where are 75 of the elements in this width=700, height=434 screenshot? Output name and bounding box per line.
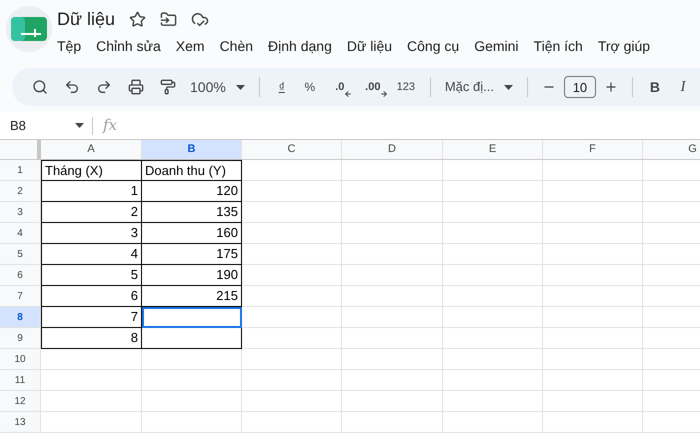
row-header[interactable]: 8 <box>0 307 41 328</box>
row-header[interactable]: 5 <box>0 244 41 265</box>
paint-roller-icon <box>160 79 176 95</box>
search-icon <box>32 79 48 95</box>
currency-button[interactable]: ₫ <box>270 73 294 101</box>
italic-button[interactable]: I <box>670 73 695 101</box>
row-header[interactable]: 9 <box>0 328 41 349</box>
row-header[interactable]: 7 <box>0 286 41 307</box>
row-header[interactable]: 10 <box>0 349 41 370</box>
number-format-button[interactable]: 123 <box>392 73 420 101</box>
column-header[interactable]: C <box>242 140 342 159</box>
cell-reference: B8 <box>10 116 26 135</box>
increase-decimals-button[interactable]: .00 <box>358 73 388 101</box>
menu-item[interactable]: Xem <box>176 36 205 56</box>
table-cell: 4 <box>41 244 142 265</box>
table-cell: 5 <box>41 265 142 286</box>
left-arrow-icon <box>344 90 352 98</box>
table-cell: 120 <box>142 181 242 202</box>
table-cell: 160 <box>142 223 242 244</box>
folder-move-icon[interactable] <box>160 10 178 28</box>
right-arrow-icon <box>380 90 388 98</box>
table-cell: 3 <box>41 223 142 244</box>
caret-icon <box>75 123 84 128</box>
column-header[interactable]: G <box>643 140 700 159</box>
undo-icon <box>64 79 80 95</box>
table-cell: Doanh thu (Y) <box>142 160 242 181</box>
zoom-dropdown[interactable]: 100% <box>186 73 249 101</box>
menu-item[interactable]: Công cụ <box>407 36 460 56</box>
row-header[interactable]: 1 <box>0 160 41 181</box>
menu-item[interactable]: Chèn <box>220 36 254 56</box>
font-size-field[interactable]: 10 <box>564 76 596 98</box>
star-icon[interactable] <box>129 10 146 28</box>
column-header[interactable]: A <box>41 140 142 159</box>
name-box[interactable]: B8 <box>0 114 92 138</box>
function-label: fx <box>103 115 118 136</box>
row-header[interactable]: 13 <box>0 412 41 433</box>
column-header[interactable]: D <box>342 140 443 159</box>
row-header[interactable]: 6 <box>0 265 41 286</box>
row-header[interactable]: 11 <box>0 370 41 391</box>
menu-item[interactable]: Tiện ích <box>534 36 583 56</box>
row-header[interactable]: 3 <box>0 202 41 223</box>
percent-button[interactable]: % <box>298 73 322 101</box>
table-cell: 190 <box>142 265 242 286</box>
font-dropdown[interactable]: Mặc đị... <box>440 73 517 101</box>
caret-icon <box>236 84 245 90</box>
bold-button[interactable]: B <box>642 73 667 101</box>
column-header[interactable]: B <box>142 140 242 159</box>
decrease-decimals-button[interactable]: .0 <box>326 73 354 101</box>
table-cell: 1 <box>41 181 142 202</box>
table-cell: 175 <box>142 244 242 265</box>
menu-item[interactable]: Tệp <box>57 36 82 56</box>
cloud-check-icon[interactable] <box>191 10 210 28</box>
menu-item[interactable]: Định dạng <box>268 36 332 56</box>
printer-icon <box>128 79 144 95</box>
menu-item[interactable]: Chỉnh sửa <box>96 36 161 56</box>
menu-item[interactable]: Dữ liệu <box>346 36 392 56</box>
table-cell: 135 <box>142 202 242 223</box>
plus-icon <box>604 80 618 94</box>
row-header[interactable]: 2 <box>0 181 41 202</box>
column-header[interactable]: E <box>443 140 543 159</box>
row-header[interactable]: 12 <box>0 391 41 412</box>
table-cell: Tháng (X) <box>41 160 142 181</box>
column-header[interactable]: F <box>543 140 643 159</box>
menu-item[interactable]: Gemini <box>474 36 519 56</box>
table-cell: 6 <box>41 286 142 307</box>
table-cell: 215 <box>142 286 242 307</box>
menu-item[interactable]: Trợ giúp <box>598 36 650 56</box>
document-title[interactable]: Dữ liệu <box>57 6 116 32</box>
redo-icon <box>96 79 112 95</box>
spreadsheet-logo-icon[interactable] <box>11 17 47 41</box>
caret-icon <box>504 84 513 90</box>
table-cell: 8 <box>41 328 142 349</box>
table-cell: 2 <box>41 202 142 223</box>
table-cell: 7 <box>41 307 142 328</box>
row-header[interactable]: 4 <box>0 223 41 244</box>
